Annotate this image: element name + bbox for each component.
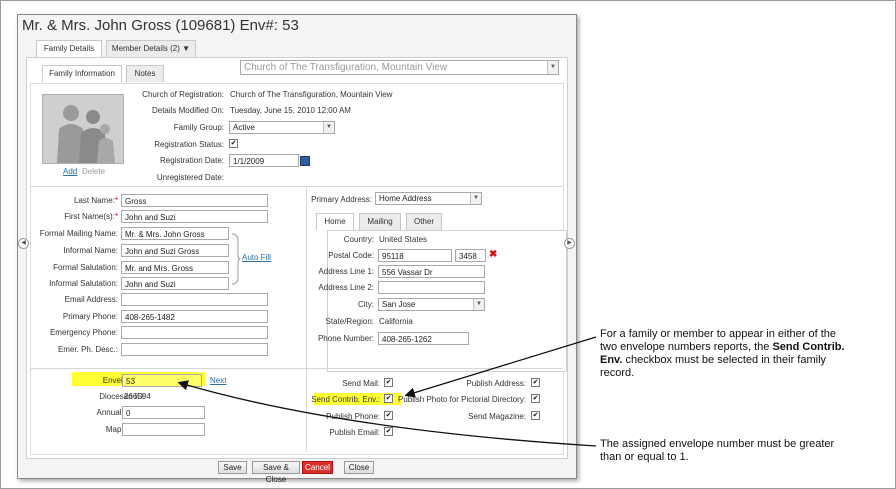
callout-text: checkbox must be selected in their famil… bbox=[600, 354, 827, 379]
callout-send-contrib-note: For a family or member to appear in eith… bbox=[600, 328, 856, 380]
callout-envelope-note: The assigned envelope number must be gre… bbox=[600, 438, 835, 463]
callout-arrow-send-contrib bbox=[404, 336, 597, 398]
callout-arrows bbox=[177, 336, 597, 447]
callout-arrow-envelope bbox=[177, 380, 597, 447]
